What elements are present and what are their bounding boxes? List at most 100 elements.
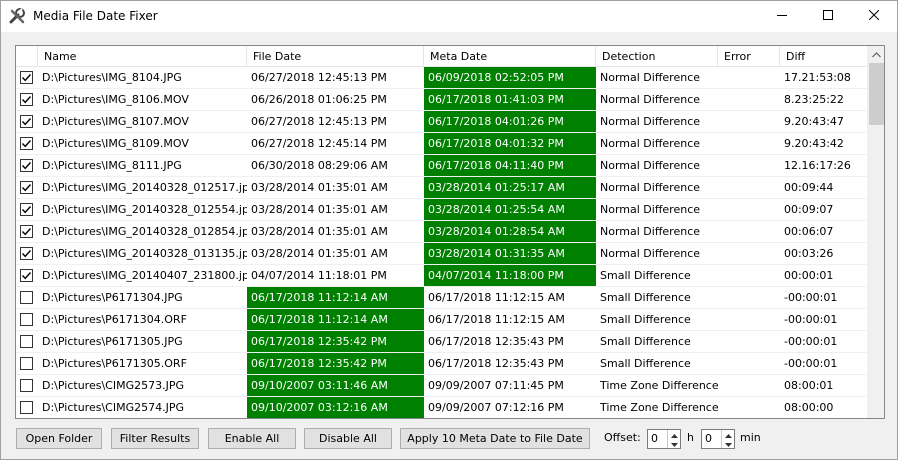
table-row[interactable]: D:\Pictures\IMG_8106.MOV 06/26/2018 01:06… — [16, 89, 867, 111]
file-date-cell: 03/28/2014 01:35:01 AM — [251, 203, 388, 216]
error-cell — [718, 397, 780, 418]
table-row[interactable]: D:\Pictures\IMG_8109.MOV 06/27/2018 12:45… — [16, 133, 867, 155]
file-list[interactable]: Name File Date Meta Date Detection Error… — [15, 45, 885, 419]
meta-date-cell: 06/17/2018 12:35:43 PM — [428, 357, 564, 370]
detection-cell: Small Difference — [600, 291, 691, 304]
meta-date-cell: 06/17/2018 04:11:40 PM — [424, 155, 596, 176]
disable-all-button[interactable]: Disable All — [304, 428, 392, 449]
row-checkbox[interactable] — [20, 401, 33, 414]
offset-minutes-value[interactable]: 0 — [705, 432, 712, 445]
column-header-name[interactable]: Name — [38, 46, 247, 67]
table-row[interactable]: D:\Pictures\IMG_20140328_012517.jpg 03/28… — [16, 177, 867, 199]
list-header: Name File Date Meta Date Detection Error… — [16, 46, 867, 67]
error-cell — [718, 111, 780, 132]
file-date-cell: 06/30/2018 08:29:06 AM — [251, 159, 388, 172]
column-header-error[interactable]: Error — [718, 46, 780, 67]
table-row[interactable]: D:\Pictures\IMG_20140328_012854.jpg 03/28… — [16, 221, 867, 243]
row-checkbox[interactable] — [20, 137, 33, 150]
filter-results-button[interactable]: Filter Results — [111, 428, 199, 449]
file-date-cell: 04/07/2014 11:18:01 PM — [251, 269, 387, 282]
row-checkbox[interactable] — [20, 313, 33, 326]
scroll-thumb[interactable] — [869, 63, 884, 125]
column-header-diff[interactable]: Diff — [780, 46, 867, 67]
name-cell: D:\Pictures\IMG_8104.JPG — [42, 71, 182, 84]
table-row[interactable]: D:\Pictures\IMG_20140407_231800.jpg 04/07… — [16, 265, 867, 287]
detection-cell: Normal Difference — [600, 247, 701, 260]
title-bar[interactable]: Media File Date Fixer — [1, 1, 897, 32]
row-checkbox[interactable] — [20, 93, 33, 106]
row-checkbox[interactable] — [20, 247, 33, 260]
error-cell — [718, 287, 780, 308]
minimize-button[interactable] — [759, 1, 805, 32]
error-cell — [718, 353, 780, 374]
window-title: Media File Date Fixer — [33, 9, 158, 23]
maximize-icon — [823, 10, 833, 23]
close-button[interactable] — [851, 1, 897, 32]
row-checkbox[interactable] — [20, 335, 33, 348]
diff-cell: 08:00:01 — [784, 379, 834, 392]
table-row[interactable]: D:\Pictures\IMG_8107.MOV 06/27/2018 12:45… — [16, 111, 867, 133]
name-cell: D:\Pictures\P6171305.JPG — [42, 335, 183, 348]
row-checkbox[interactable] — [20, 269, 33, 282]
offset-minutes-down[interactable] — [722, 439, 734, 448]
checkmark-icon — [21, 118, 32, 126]
table-row[interactable]: D:\Pictures\CIMG2574.JPG 09/10/2007 03:12… — [16, 397, 867, 418]
diff-cell: -00:00:01 — [784, 291, 838, 304]
column-header-meta-date[interactable]: Meta Date — [424, 46, 596, 67]
file-date-cell: 06/17/2018 12:35:42 PM — [247, 353, 424, 374]
row-checkbox[interactable] — [20, 115, 33, 128]
offset-hours-stepper[interactable]: 0 — [647, 429, 681, 449]
row-checkbox[interactable] — [20, 203, 33, 216]
row-checkbox[interactable] — [20, 71, 33, 84]
table-row[interactable]: D:\Pictures\IMG_8104.JPG 06/27/2018 12:45… — [16, 67, 867, 89]
open-folder-button[interactable]: Open Folder — [16, 428, 102, 449]
diff-cell: -00:00:01 — [784, 335, 838, 348]
app-window: Media File Date Fixer Name File Date Met… — [0, 0, 898, 460]
file-date-cell: 06/27/2018 12:45:14 PM — [251, 137, 387, 150]
row-checkbox[interactable] — [20, 379, 33, 392]
column-header-detection[interactable]: Detection — [596, 46, 718, 67]
row-checkbox[interactable] — [20, 291, 33, 304]
detection-cell: Normal Difference — [600, 181, 701, 194]
name-cell: D:\Pictures\CIMG2573.JPG — [42, 379, 184, 392]
row-checkbox[interactable] — [20, 225, 33, 238]
column-header-file-date[interactable]: File Date — [247, 46, 424, 67]
offset-hours-value[interactable]: 0 — [651, 432, 658, 445]
table-row[interactable]: D:\Pictures\IMG_20140328_013135.jpg 03/28… — [16, 243, 867, 265]
vertical-scrollbar[interactable] — [867, 46, 884, 418]
row-checkbox[interactable] — [20, 159, 33, 172]
detection-cell: Normal Difference — [600, 137, 701, 150]
file-date-cell: 06/17/2018 12:35:42 PM — [247, 331, 424, 352]
file-date-cell: 06/17/2018 11:12:14 AM — [247, 287, 424, 308]
file-date-cell: 03/28/2014 01:35:01 AM — [251, 247, 388, 260]
offset-hours-unit: h — [687, 431, 694, 444]
apply-meta-date-button[interactable]: Apply 10 Meta Date to File Date — [400, 428, 590, 449]
table-row[interactable]: D:\Pictures\CIMG2573.JPG 09/10/2007 03:11… — [16, 375, 867, 397]
row-checkbox[interactable] — [20, 181, 33, 194]
row-checkbox[interactable] — [20, 357, 33, 370]
maximize-button[interactable] — [805, 1, 851, 32]
meta-date-cell: 06/17/2018 04:01:32 PM — [424, 133, 596, 154]
diff-cell: -00:00:01 — [784, 313, 838, 326]
table-row[interactable]: D:\Pictures\P6171304.ORF 06/17/2018 11:12… — [16, 309, 867, 331]
table-row[interactable]: D:\Pictures\IMG_8111.JPG 06/30/2018 08:29… — [16, 155, 867, 177]
table-row[interactable]: D:\Pictures\P6171304.JPG 06/17/2018 11:12… — [16, 287, 867, 309]
detection-cell: Normal Difference — [600, 93, 701, 106]
enable-all-button[interactable]: Enable All — [208, 428, 296, 449]
offset-minutes-stepper[interactable]: 0 — [701, 429, 735, 449]
name-cell: D:\Pictures\IMG_20140328_012854.jpg — [42, 225, 247, 238]
column-header-check[interactable] — [16, 46, 38, 67]
checkmark-icon — [21, 250, 32, 258]
diff-cell: -00:00:01 — [784, 357, 838, 370]
offset-hours-down[interactable] — [668, 439, 680, 448]
name-cell: D:\Pictures\IMG_20140407_231800.jpg — [42, 269, 247, 282]
error-cell — [718, 331, 780, 352]
table-row[interactable]: D:\Pictures\P6171305.JPG 06/17/2018 12:35… — [16, 331, 867, 353]
meta-date-cell: 03/28/2014 01:31:35 AM — [424, 243, 596, 264]
detection-cell: Small Difference — [600, 313, 691, 326]
diff-cell: 00:09:07 — [784, 203, 834, 216]
scroll-up-button[interactable] — [868, 46, 884, 63]
table-row[interactable]: D:\Pictures\P6171305.ORF 06/17/2018 12:35… — [16, 353, 867, 375]
table-row[interactable]: D:\Pictures\IMG_20140328_012554.jpg 03/28… — [16, 199, 867, 221]
close-icon — [868, 9, 880, 23]
